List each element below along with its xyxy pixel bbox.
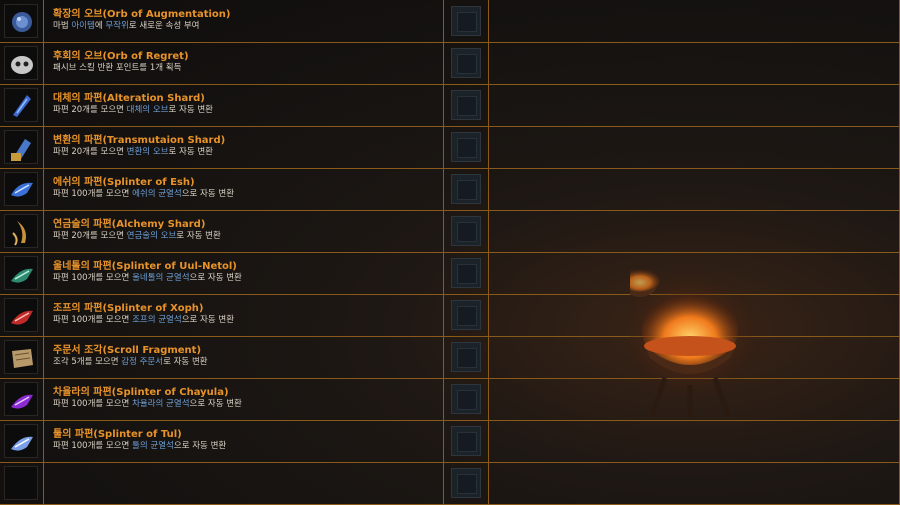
orb-of-regret-icon — [4, 46, 38, 80]
splinter-of-tul-icon — [4, 424, 38, 458]
description-highlight: 대체의 오브 — [126, 105, 169, 115]
description-highlight: 차율라의 균열석 — [132, 399, 190, 409]
description-text: 파편 100개를 모으면 — [53, 399, 133, 409]
alteration-shard-icon — [4, 88, 38, 122]
item-description: 파편 100개를 모으면 울네톨의 균열석으로 자동 변환 — [53, 273, 438, 284]
description-text: 파편 100개를 모으면 — [53, 315, 133, 325]
item-name: 주문서 조각(Scroll Fragment) — [53, 345, 202, 356]
item-info: 툴의 파편(Splinter of Tul) 파편 100개를 모으면 툴의 균열… — [53, 429, 438, 452]
item-description: 조각 5개를 모으면 감정 주문서로 자동 변환 — [53, 357, 438, 368]
table-row: 변환의 파편(Transmutaion Shard) 파편 20개를 모으면 변환… — [0, 126, 900, 169]
item-name: 에쉬의 파편(Splinter of Esh) — [53, 177, 195, 188]
description-text: 파편 100개를 모으면 — [53, 189, 133, 199]
description-text: 조각 5개를 모으면 — [53, 357, 122, 367]
item-description: 파편 100개를 모으면 조프의 균열석으로 자동 변환 — [53, 315, 438, 326]
description-highlight: 툴의 균열석 — [132, 441, 174, 451]
item-description: 파편 100개를 모으면 에쉬의 균열석으로 자동 변환 — [53, 189, 438, 200]
item-name: 연금술의 파편(Alchemy Shard) — [53, 219, 206, 230]
inventory-slot[interactable] — [451, 174, 481, 204]
item-description: 파편 100개를 모으면 툴의 균열석으로 자동 변환 — [53, 441, 438, 452]
description-highlight: 조프의 균열석 — [132, 315, 182, 325]
description-text: 로 자동 변환 — [163, 357, 208, 367]
inventory-slot[interactable] — [451, 468, 481, 498]
description-highlight: 변환의 오브 — [126, 147, 169, 157]
item-name: 대체의 파편(Alteration Shard) — [53, 93, 205, 104]
item-info: 후회의 오브(Orb of Regret) 패시브 스킬 반환 포인트를 1개 획… — [53, 51, 438, 74]
description-text: 마법 — [53, 21, 72, 31]
item-description: 마법 아이템에 무작위로 새로운 속성 부여 — [53, 21, 438, 32]
inventory-slot[interactable] — [451, 258, 481, 288]
empty-slot-icon — [4, 466, 38, 500]
description-text: 파편 20개를 모으면 — [53, 105, 127, 115]
orb-of-augmentation-icon — [4, 4, 38, 38]
splinter-of-xoph-icon — [4, 298, 38, 332]
item-name: 후회의 오브(Orb of Regret) — [53, 51, 189, 62]
inventory-slot[interactable] — [451, 132, 481, 162]
description-text: 로 새로운 속성 부여 — [128, 21, 200, 31]
inventory-slot[interactable] — [451, 426, 481, 456]
item-description: 파편 100개를 모으면 차율라의 균열석으로 자동 변환 — [53, 399, 438, 410]
item-name: 울네톨의 파편(Splinter of Uul-Netol) — [53, 261, 237, 272]
item-info: 변환의 파편(Transmutaion Shard) 파편 20개를 모으면 변환… — [53, 135, 438, 158]
item-info: 에쉬의 파편(Splinter of Esh) 파편 100개를 모으면 에쉬의 … — [53, 177, 438, 200]
description-text: 패시브 스킬 반환 포인트를 1개 획득 — [53, 63, 182, 73]
description-highlight: 무작위 — [105, 21, 129, 31]
item-info: 조프의 파편(Splinter of Xoph) 파편 100개를 모으면 조프의… — [53, 303, 438, 326]
inventory-slot[interactable] — [451, 342, 481, 372]
inventory-slot[interactable] — [451, 216, 481, 246]
transmutation-shard-icon — [4, 130, 38, 164]
table-row: 툴의 파편(Splinter of Tul) 파편 100개를 모으면 툴의 균열… — [0, 420, 900, 463]
description-text: 으로 자동 변환 — [189, 273, 242, 283]
item-description: 파편 20개를 모으면 연금술의 오브로 자동 변환 — [53, 231, 438, 242]
description-text: 파편 100개를 모으면 — [53, 273, 133, 283]
description-highlight: 연금술의 오브 — [126, 231, 177, 241]
splinter-of-chayula-icon — [4, 382, 38, 416]
description-text: 으로 자동 변환 — [181, 315, 235, 325]
description-text: 에 — [94, 21, 106, 31]
table-row: 에쉬의 파편(Splinter of Esh) 파편 100개를 모으면 에쉬의 … — [0, 168, 900, 211]
inventory-slot[interactable] — [451, 300, 481, 330]
splinter-of-esh-icon — [4, 172, 38, 206]
item-info: 대체의 파편(Alteration Shard) 파편 20개를 모으면 대체의 … — [53, 93, 438, 116]
inventory-slot[interactable] — [451, 90, 481, 120]
item-info: 확장의 오브(Orb of Augmentation) 마법 아이템에 무작위로 … — [53, 9, 438, 32]
item-description: 패시브 스킬 반환 포인트를 1개 획득 — [53, 63, 438, 74]
brazier-fire-decoration — [630, 265, 765, 418]
table-row — [0, 462, 900, 505]
item-name: 차율라의 파편(Splinter of Chayula) — [53, 387, 229, 398]
description-text: 로 자동 변환 — [176, 231, 221, 241]
description-highlight: 아이템 — [71, 21, 95, 31]
description-text: 로 자동 변환 — [168, 105, 213, 115]
description-text: 으로 자동 변환 — [189, 399, 242, 409]
table-row: 후회의 오브(Orb of Regret) 패시브 스킬 반환 포인트를 1개 획… — [0, 42, 900, 85]
item-name: 변환의 파편(Transmutaion Shard) — [53, 135, 226, 146]
inventory-slot[interactable] — [451, 6, 481, 36]
item-name: 툴의 파편(Splinter of Tul) — [53, 429, 182, 440]
description-text: 파편 20개를 모으면 — [53, 231, 127, 241]
description-text: 로 자동 변환 — [168, 147, 213, 157]
item-description: 파편 20개를 모으면 변환의 오브로 자동 변환 — [53, 147, 438, 158]
item-description: 파편 20개를 모으면 대체의 오브로 자동 변환 — [53, 105, 438, 116]
table-row: 대체의 파편(Alteration Shard) 파편 20개를 모으면 대체의 … — [0, 84, 900, 127]
item-name: 조프의 파편(Splinter of Xoph) — [53, 303, 204, 314]
item-info: 연금술의 파편(Alchemy Shard) 파편 20개를 모으면 연금술의 오… — [53, 219, 438, 242]
splinter-of-uul-netol-icon — [4, 256, 38, 290]
description-highlight: 에쉬의 균열석 — [132, 189, 182, 199]
description-highlight: 울네톨의 균열석 — [132, 273, 190, 283]
item-name: 확장의 오브(Orb of Augmentation) — [53, 9, 231, 20]
description-text: 파편 20개를 모으면 — [53, 147, 127, 157]
description-highlight: 감정 주문서 — [121, 357, 164, 367]
item-info: 차율라의 파편(Splinter of Chayula) 파편 100개를 모으면… — [53, 387, 438, 410]
description-text: 파편 100개를 모으면 — [53, 441, 133, 451]
alchemy-shard-icon — [4, 214, 38, 248]
table-row: 연금술의 파편(Alchemy Shard) 파편 20개를 모으면 연금술의 오… — [0, 210, 900, 253]
item-info: 주문서 조각(Scroll Fragment) 조각 5개를 모으면 감정 주문서… — [53, 345, 438, 368]
scroll-fragment-icon — [4, 340, 38, 374]
inventory-slot[interactable] — [451, 48, 481, 78]
inventory-slot[interactable] — [451, 384, 481, 414]
table-row: 확장의 오브(Orb of Augmentation) 마법 아이템에 무작위로 … — [0, 0, 900, 43]
description-text: 으로 자동 변환 — [181, 189, 235, 199]
description-text: 으로 자동 변환 — [173, 441, 227, 451]
item-info: 울네톨의 파편(Splinter of Uul-Netol) 파편 100개를 모… — [53, 261, 438, 284]
